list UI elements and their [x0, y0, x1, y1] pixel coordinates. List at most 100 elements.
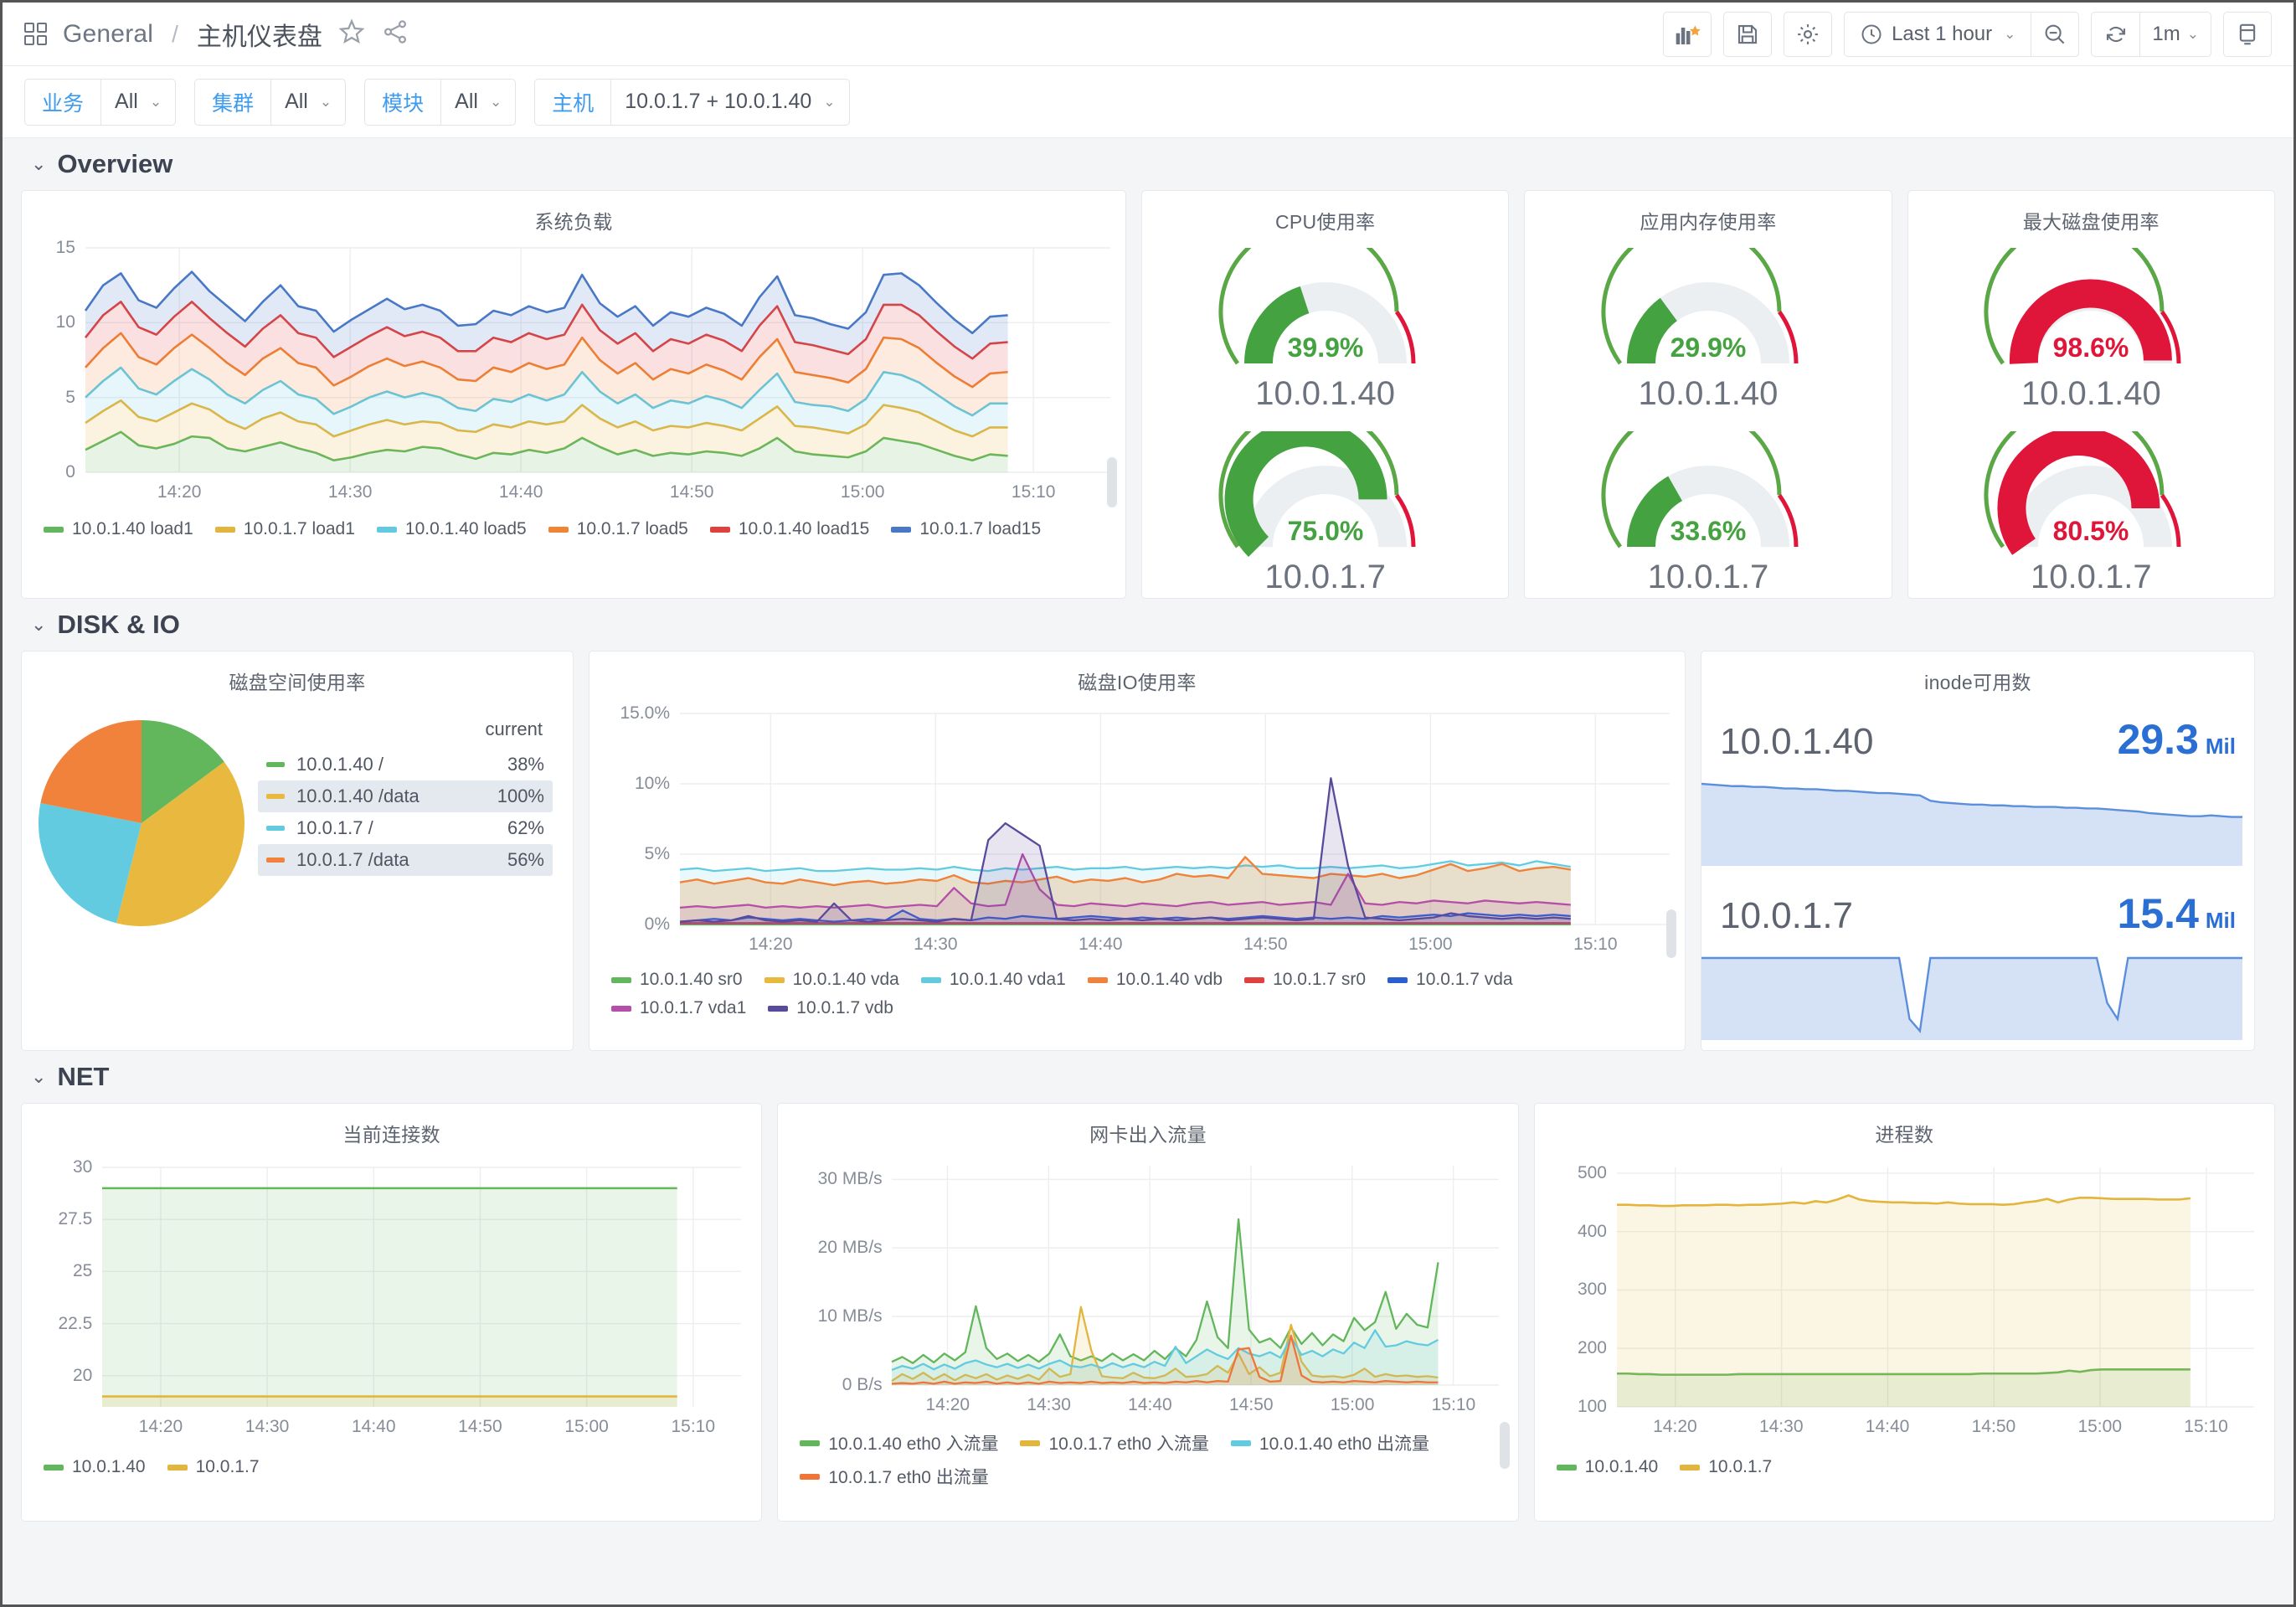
panel-title: inode可用数	[1924, 672, 2031, 693]
add-panel-icon[interactable]	[1663, 11, 1712, 57]
variable-business: 业务 All ⌄	[24, 78, 177, 126]
x-axis-tick-label: 14:40	[1079, 935, 1123, 954]
section-header-overview[interactable]: ⌄ Overview	[21, 138, 2275, 190]
x-axis-tick-label: 14:30	[914, 935, 958, 954]
legend-item[interactable]: 10.0.1.7 /data 56%	[258, 844, 553, 876]
legend-item[interactable]: 10.0.1.7 / 62%	[258, 812, 553, 844]
legend-item[interactable]: 10.0.1.7 load1	[214, 519, 355, 539]
legend-label: 10.0.1.40	[1584, 1457, 1659, 1476]
disk-space-pie-chart[interactable]	[37, 719, 246, 932]
x-axis-tick-label: 14:50	[458, 1417, 502, 1436]
settings-gear-icon[interactable]	[1784, 11, 1833, 57]
legend-item[interactable]: 10.0.1.40 vdb	[1087, 970, 1223, 990]
legend-item[interactable]: 10.0.1.7 eth0 入流量	[1020, 1430, 1209, 1455]
gauge-host-label: 10.0.1.40	[1638, 375, 1779, 412]
variable-select[interactable]: 10.0.1.7 + 10.0.1.40 ⌄	[610, 78, 850, 126]
inode-stat-row[interactable]: 10.0.1.40 29.3 Mil	[1701, 707, 2254, 866]
svg-text:29.9%: 29.9%	[1671, 332, 1747, 363]
share-icon[interactable]	[381, 18, 409, 50]
star-icon[interactable]	[337, 18, 366, 50]
legend-item[interactable]: 10.0.1.40 load15	[709, 519, 869, 539]
legend-item[interactable]: 10.0.1.40 vda	[764, 970, 899, 990]
legend-item[interactable]: 10.0.1.40	[1556, 1457, 1659, 1477]
gauge[interactable]: 39.9% 10.0.1.40	[1217, 248, 1434, 413]
svg-text:39.9%: 39.9%	[1287, 332, 1363, 363]
variable-select[interactable]: All ⌄	[270, 78, 347, 126]
gauge[interactable]: 33.6% 10.0.1.7	[1599, 431, 1817, 596]
legend-item[interactable]: 10.0.1.7 load15	[891, 519, 1041, 539]
save-icon[interactable]	[1723, 11, 1773, 57]
inode-host-label: 10.0.1.40	[1720, 721, 1874, 762]
x-axis-tick-label: 15:00	[564, 1417, 609, 1436]
legend-label: 10.0.1.7	[1708, 1457, 1773, 1476]
panel-scrollbar[interactable]	[1666, 909, 1676, 958]
legend-item[interactable]: 10.0.1.7	[167, 1457, 260, 1477]
x-axis-tick-label: 14:30	[1027, 1395, 1071, 1414]
legend-color-swatch	[266, 794, 285, 799]
breadcrumb-separator: /	[172, 20, 178, 47]
variable-select[interactable]: All ⌄	[100, 78, 177, 126]
net-traffic-chart[interactable]: 0 B/s 10 MB/s 20 MB/s 30 MB/s 14:20 14:30 14:4…	[778, 1147, 1517, 1424]
y-axis-tick-label: 22.5	[58, 1313, 93, 1333]
legend-item[interactable]: 10.0.1.40	[44, 1457, 146, 1477]
legend-item[interactable]: 10.0.1.7 vda	[1387, 970, 1513, 990]
variable-select[interactable]: All ⌄	[440, 78, 517, 126]
legend-item[interactable]: 10.0.1.40 vda1	[920, 970, 1066, 990]
legend-label: 10.0.1.7 load15	[919, 519, 1042, 538]
legend-item[interactable]: 10.0.1.7	[1680, 1457, 1772, 1477]
legend-item[interactable]: 10.0.1.40 load5	[376, 519, 527, 539]
zoom-out-icon[interactable]	[2031, 11, 2080, 57]
gauge[interactable]: 80.5% 10.0.1.7	[1982, 431, 2200, 596]
breadcrumb-folder[interactable]: General	[63, 20, 153, 49]
refresh-interval-picker[interactable]: 1m ⌄	[2139, 11, 2211, 57]
legend-item[interactable]: 10.0.1.40 load1	[44, 519, 193, 539]
panel-title: 进程数	[1875, 1124, 1934, 1146]
refresh-icon[interactable]	[2091, 11, 2140, 57]
y-axis-tick-label: 0%	[644, 914, 670, 934]
legend-item[interactable]: 10.0.1.7 vda1	[611, 998, 746, 1018]
processes-chart[interactable]: 100 200 300 400 500 14:20 14:30 14:40 14:50 15:00…	[1535, 1147, 2274, 1449]
legend-label: 10.0.1.7	[195, 1457, 260, 1476]
legend-value: 62%	[507, 817, 544, 838]
tv-mode-icon[interactable]	[2223, 11, 2272, 57]
panel-scrollbar[interactable]	[1106, 457, 1117, 507]
gauge[interactable]: 98.6% 10.0.1.40	[1982, 248, 2200, 413]
legend-item[interactable]: 10.0.1.40 eth0 出流量	[1230, 1430, 1429, 1455]
legend-color-swatch	[920, 976, 941, 983]
legend-color-swatch	[611, 1005, 631, 1012]
variable-value: 10.0.1.7 + 10.0.1.40	[625, 90, 812, 113]
legend-item[interactable]: 10.0.1.40 / 38%	[258, 749, 553, 780]
legend-label: 10.0.1.40 eth0 入流量	[828, 1434, 999, 1454]
chevron-down-icon: ⌄	[31, 1066, 47, 1087]
section-header-disk-io[interactable]: ⌄ DISK & IO	[21, 599, 2275, 651]
y-axis-tick-label: 5%	[644, 844, 670, 863]
y-axis-tick-label: 0	[65, 462, 75, 482]
x-axis-tick-label: 14:30	[327, 482, 373, 502]
gauge[interactable]: 75.0% 10.0.1.7	[1217, 431, 1434, 596]
variable-label: 业务	[24, 78, 101, 126]
x-axis-tick-label: 14:30	[1758, 1417, 1804, 1436]
disk-io-chart[interactable]: 0% 5% 10% 15.0% 14:20 14:30 14:40 14:50 15:00 15:…	[589, 695, 1685, 963]
gauge[interactable]: 29.9% 10.0.1.40	[1599, 248, 1817, 413]
system-load-chart[interactable]: 0 5 10 15 14:20 14:30 14:40 14:50 15:00 15:10	[22, 234, 1125, 511]
time-range-picker[interactable]: Last 1 hour ⌄	[1844, 11, 2031, 57]
y-axis-tick-label: 300	[1577, 1280, 1607, 1300]
svg-text:75.0%: 75.0%	[1287, 516, 1363, 546]
inode-sparkline	[1701, 774, 2254, 866]
legend-item[interactable]: 10.0.1.7 load5	[548, 519, 688, 539]
connections-chart[interactable]: 20 22.5 25 27.5 30 14:20 14:30 14:40 14:50 15:00 1…	[22, 1147, 761, 1449]
legend-item[interactable]: 10.0.1.7 vdb	[768, 998, 893, 1018]
variable-value: All	[285, 90, 308, 113]
legend-item[interactable]: 10.0.1.7 sr0	[1244, 970, 1366, 990]
legend-color-swatch	[1680, 1464, 1701, 1471]
legend-item[interactable]: 10.0.1.7 eth0 出流量	[800, 1464, 989, 1489]
panel-scrollbar[interactable]	[1499, 1422, 1510, 1469]
y-axis-tick-label: 15.0%	[620, 703, 670, 723]
section-header-net[interactable]: ⌄ NET	[21, 1051, 2275, 1103]
legend-item[interactable]: 10.0.1.40 /data 100%	[258, 780, 553, 812]
legend-item[interactable]: 10.0.1.40 eth0 入流量	[800, 1430, 998, 1455]
inode-unit: Mil	[2205, 734, 2236, 759]
legend-item[interactable]: 10.0.1.40 sr0	[611, 970, 743, 990]
panel-system-load: 系统负载 0 5 10 15 14:20 14:30 14:40 14:50 15:00 15:1…	[21, 190, 1126, 599]
inode-stat-row[interactable]: 10.0.1.7 15.4 Mil	[1701, 881, 2254, 1040]
